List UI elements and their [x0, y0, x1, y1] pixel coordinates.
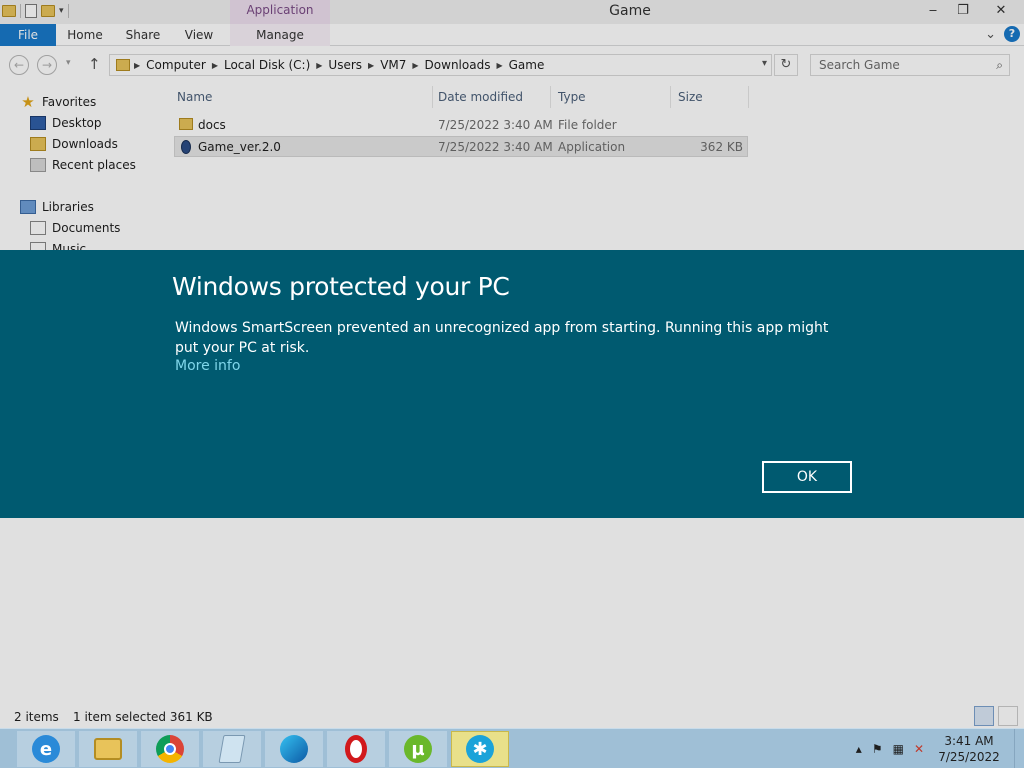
opera-icon: [345, 735, 367, 763]
show-desktop-button[interactable]: [1014, 729, 1024, 768]
taskbar-file-explorer[interactable]: [79, 731, 137, 767]
smartscreen-dialog: Windows protected your PC Windows SmartS…: [0, 250, 1024, 518]
clock-time: 3:41 AM: [944, 734, 994, 748]
action-center-flag-icon[interactable]: ⚑: [872, 742, 883, 756]
ok-button[interactable]: OK: [762, 461, 852, 493]
utorrent-icon: µ: [404, 735, 432, 763]
file-explorer-icon: [94, 738, 122, 760]
notepad-icon: [218, 735, 246, 763]
taskbar-internet-explorer[interactable]: e: [17, 731, 75, 767]
taskbar-notepad[interactable]: [203, 731, 261, 767]
taskbar-accessibility-app[interactable]: ✱: [451, 731, 509, 767]
volume-muted-icon[interactable]: ✕: [914, 742, 924, 756]
taskbar-edge[interactable]: [265, 731, 323, 767]
dialog-message: Windows SmartScreen prevented an unrecog…: [175, 320, 829, 356]
taskbar: e µ ✱ ▴ ⚑ ▦ ✕ 3:41 AM 7/25/2022: [0, 728, 1024, 768]
accessibility-app-icon: ✱: [466, 735, 494, 763]
chrome-icon: [156, 735, 184, 763]
clock[interactable]: 3:41 AM 7/25/2022: [934, 733, 1004, 765]
taskbar-utorrent[interactable]: µ: [389, 731, 447, 767]
show-hidden-icons-chevron-icon[interactable]: ▴: [856, 742, 862, 756]
network-icon[interactable]: ▦: [893, 742, 904, 756]
internet-explorer-icon: e: [32, 735, 60, 763]
more-info-link[interactable]: More info: [175, 358, 240, 374]
edge-icon: [280, 735, 308, 763]
system-tray: ▴ ⚑ ▦ ✕ 3:41 AM 7/25/2022: [856, 729, 1024, 768]
taskbar-chrome[interactable]: [141, 731, 199, 767]
clock-date: 7/25/2022: [938, 750, 1000, 764]
dialog-title: Windows protected your PC: [172, 272, 510, 301]
taskbar-opera[interactable]: [327, 731, 385, 767]
